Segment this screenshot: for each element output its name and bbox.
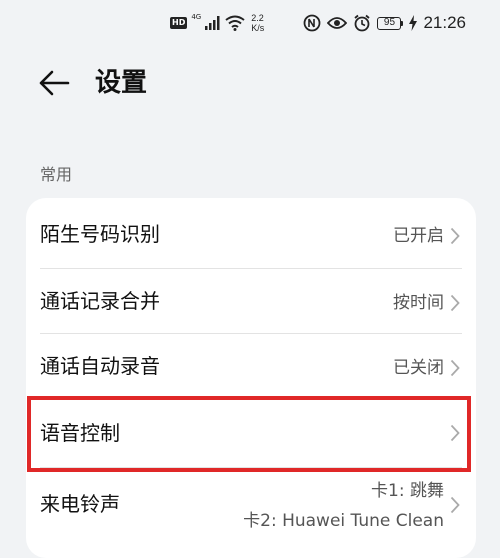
setting-label: 来电铃声 [40, 492, 120, 516]
status-bar-left: HD 4G 2.2 K/s [170, 10, 264, 36]
status-bar: HD 4G 2.2 K/s 95 21:26 [0, 0, 500, 46]
speed-value: 2.2 [251, 13, 264, 23]
network-speed: 2.2 K/s [251, 13, 264, 33]
setting-value: 按时间 [393, 293, 444, 313]
setting-label: 通话记录合并 [40, 289, 160, 313]
wifi-icon [225, 15, 245, 31]
back-arrow-icon [39, 70, 70, 96]
ringtone-card2: 卡2: Huawei Tune Clean [243, 511, 444, 531]
setting-row-call-log-merge[interactable]: 通话记录合并 按时间 [26, 269, 476, 333]
signal-icon [205, 16, 221, 30]
alarm-icon [353, 14, 371, 32]
ringtone-values: 卡1: 跳舞 卡2: Huawei Tune Clean [243, 476, 444, 536]
settings-card: 陌生号码识别 已开启 通话记录合并 按时间 通话自动录音 已关闭 语音控制 来电… [26, 198, 476, 558]
speed-unit: K/s [251, 23, 265, 33]
chevron-right-icon [450, 359, 460, 377]
setting-label: 语音控制 [40, 421, 120, 445]
chevron-right-icon [450, 496, 460, 514]
back-button[interactable] [38, 66, 72, 100]
hd-icon: HD [170, 17, 188, 29]
setting-row-unknown-number-id[interactable]: 陌生号码识别 已开启 [26, 198, 476, 266]
page-title: 设置 [95, 68, 148, 98]
charging-icon [409, 15, 418, 31]
setting-value: 已开启 [393, 226, 444, 246]
network-type: 4G [191, 13, 202, 21]
nfc-icon [303, 14, 321, 32]
chevron-right-icon [450, 227, 460, 245]
setting-row-auto-record[interactable]: 通话自动录音 已关闭 [26, 334, 476, 398]
setting-row-ringtone[interactable]: 来电铃声 卡1: 跳舞 卡2: Huawei Tune Clean [26, 468, 476, 548]
setting-label: 通话自动录音 [40, 354, 160, 378]
section-label: 常用 [40, 165, 73, 184]
setting-value: 已关闭 [393, 358, 444, 378]
chevron-right-icon [450, 424, 460, 442]
battery-tip [401, 20, 404, 26]
setting-row-voice-control[interactable]: 语音控制 [26, 399, 476, 467]
clock: 21:26 [423, 13, 466, 32]
status-bar-right: 95 21:26 [303, 10, 466, 36]
header: 设置 [0, 58, 500, 108]
chevron-right-icon [450, 294, 460, 312]
eye-comfort-icon [327, 16, 348, 30]
battery-level: 95 [377, 16, 402, 30]
setting-label: 陌生号码识别 [40, 222, 160, 246]
ringtone-card1: 卡1: 跳舞 [371, 481, 444, 501]
battery-icon: 95 [377, 16, 404, 30]
